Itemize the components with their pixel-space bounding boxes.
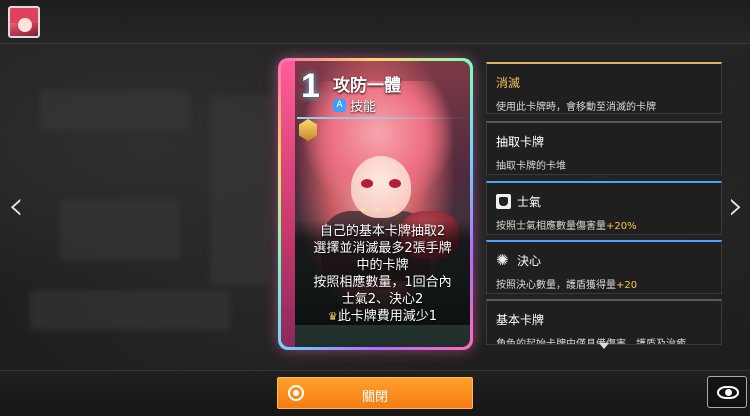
- next-card-arrow-icon[interactable]: ›: [722, 186, 750, 230]
- keyword-title: 決心: [517, 254, 542, 268]
- card-desc-line-cost: ♛此卡牌費用減少1: [327, 309, 438, 324]
- card-desc-line: 自己的基本卡牌抽取2: [319, 224, 446, 239]
- keyword-title: 抽取卡牌: [496, 135, 545, 149]
- card-desc-line: 按照相應數量，1回合內: [313, 275, 452, 290]
- keyword-desc: 抽取卡牌的卡堆: [496, 161, 566, 172]
- close-button[interactable]: 關閉: [277, 377, 473, 409]
- card-title: 攻防一體: [333, 76, 401, 96]
- keyword-panel-resolve: 決心 按照決心數量，護盾獲得量+20: [486, 240, 722, 294]
- skill-type-icon: A: [333, 99, 346, 112]
- card-cost: 1: [301, 67, 320, 105]
- card-divider: ✦ ✦ ✦: [358, 205, 400, 216]
- scroll-down-caret-icon[interactable]: [599, 343, 609, 349]
- card-rarity-bar: [281, 61, 295, 347]
- keyword-panel-exhaust: 消滅 使用此卡牌時，會移動至消滅的卡牌: [486, 62, 722, 114]
- fist-icon: [496, 194, 511, 209]
- prev-card-arrow-icon[interactable]: ‹: [2, 186, 30, 230]
- avatar[interactable]: [8, 6, 40, 38]
- keyword-title: 士氣: [517, 195, 542, 209]
- cost-coin-icon: ♛: [327, 310, 338, 323]
- top-bar: [0, 0, 750, 44]
- keyword-panel-morale: 士氣 按照士氣相應數量傷害量+20%: [486, 181, 722, 235]
- card-header-line: [297, 117, 467, 119]
- keyword-panel-draw: 抽取卡牌 抽取卡牌的卡堆: [486, 121, 722, 175]
- keyword-desc: 按照決心數量，護盾獲得量+20: [496, 280, 638, 291]
- keyword-title: 消滅: [496, 76, 521, 90]
- card-type-row: A 技能: [333, 96, 376, 115]
- card-desc-line: 中的卡牌: [356, 258, 409, 273]
- eye-icon: [717, 386, 739, 399]
- card-type-label: 技能: [350, 100, 377, 115]
- card-desc-line: 士氣2、決心2: [341, 292, 424, 307]
- resolve-icon: [496, 251, 511, 269]
- card-detail: 1 攻防一體 A 技能 ✦ ✦ ✦ 自己的基本卡牌抽取2 選擇並消滅最多2張手牌…: [278, 58, 473, 350]
- card-desc-line: 選擇並消滅最多2張手牌: [313, 241, 452, 256]
- keyword-desc: 按照士氣相應數量傷害量+20%: [496, 221, 637, 232]
- card-art: 1 攻防一體 A 技能 ✦ ✦ ✦ 自己的基本卡牌抽取2 選擇並消滅最多2張手牌…: [281, 61, 470, 347]
- keyword-desc: 角色的起始卡牌中僅具備傷害、護盾及治癒: [496, 339, 686, 345]
- close-button-label: 關閉: [361, 390, 388, 405]
- toggle-view-button[interactable]: [707, 376, 747, 408]
- card-description: 自己的基本卡牌抽取2 選擇並消滅最多2張手牌 中的卡牌 按照相應數量，1回合內 …: [295, 219, 470, 325]
- keyword-title: 基本卡牌: [496, 313, 545, 327]
- keyword-desc: 使用此卡牌時，會移動至消滅的卡牌: [496, 102, 656, 113]
- keyword-panel-basic-card[interactable]: 基本卡牌 角色的起始卡牌中僅具備傷害、護盾及治癒: [486, 299, 722, 345]
